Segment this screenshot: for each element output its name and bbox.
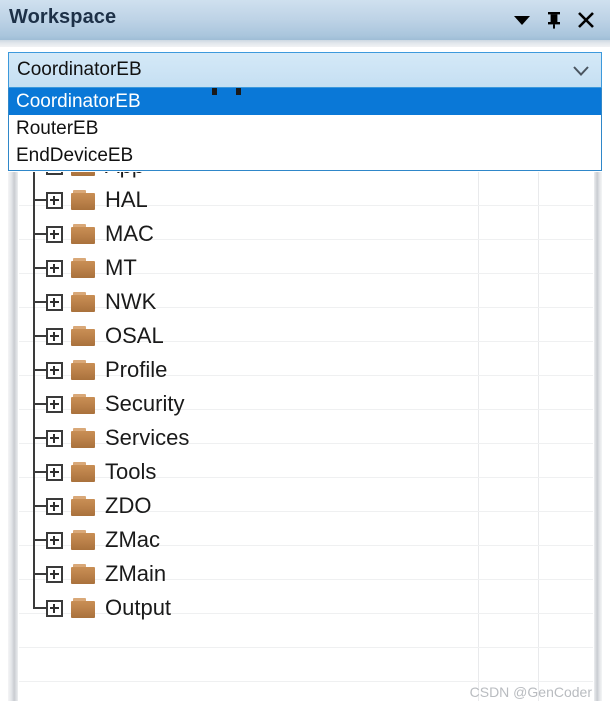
tree-connector [19, 421, 65, 455]
plus-box-icon[interactable] [46, 362, 63, 379]
tree-row[interactable]: MAC [19, 217, 154, 251]
dropdown-option[interactable]: RouterEB [9, 115, 601, 142]
tree-row[interactable]: Output [19, 591, 171, 625]
folder-icon [71, 393, 97, 415]
grid-row-divider [19, 647, 593, 648]
tree-connector [19, 489, 65, 523]
plus-box-icon[interactable] [46, 328, 63, 345]
tree-row[interactable]: HAL [19, 183, 148, 217]
pin-icon [548, 12, 560, 29]
tree-connector [19, 172, 65, 183]
title-bar: Workspace [0, 0, 610, 40]
close-icon [578, 12, 594, 28]
plus-box-icon[interactable] [46, 396, 63, 413]
menu-dropdown-button[interactable] [510, 8, 534, 32]
plus-box-icon[interactable] [46, 172, 63, 175]
tree-node-label: Tools [105, 459, 157, 484]
page-title: Workspace [9, 6, 117, 28]
plus-box-icon[interactable] [46, 192, 63, 209]
tree-node-label: ZMain [105, 561, 167, 586]
plus-box-icon[interactable] [46, 498, 63, 515]
tree-connector [19, 455, 65, 489]
tree-connector [19, 251, 65, 285]
plus-box-icon[interactable] [46, 294, 63, 311]
tree-connector [19, 285, 65, 319]
dropdown-option[interactable]: EndDeviceEB [9, 142, 601, 169]
folder-icon [71, 172, 97, 177]
folder-icon [71, 495, 97, 517]
tree-node-label: HAL [105, 187, 148, 212]
tree-row[interactable]: ZMac [19, 523, 160, 557]
tree-row[interactable]: ZMain [19, 557, 166, 591]
tree-connector [19, 319, 65, 353]
tree-row[interactable]: ZDO [19, 489, 151, 523]
plus-box-icon[interactable] [46, 532, 63, 549]
tree-connector [19, 523, 65, 557]
title-bar-divider [0, 40, 610, 47]
tree-row[interactable]: Profile [19, 353, 167, 387]
tree-node-label: App [105, 172, 144, 178]
project-configuration-value: CoordinatorEB [17, 59, 142, 80]
tree-row[interactable]: MT [19, 251, 137, 285]
grid-column-divider [478, 172, 479, 701]
project-configuration-combobox[interactable]: CoordinatorEB [8, 52, 602, 88]
tree-connector [19, 591, 65, 625]
folder-icon [71, 563, 97, 585]
tree-node-label: MAC [105, 221, 154, 246]
tree-row[interactable]: OSAL [19, 319, 164, 353]
plus-box-icon[interactable] [46, 464, 63, 481]
folder-icon [71, 291, 97, 313]
plus-box-icon[interactable] [46, 566, 63, 583]
clipped-row-descenders [212, 88, 262, 95]
folder-icon [71, 189, 97, 211]
folder-icon [71, 529, 97, 551]
plus-box-icon[interactable] [46, 226, 63, 243]
tree-node-label: ZDO [105, 493, 152, 518]
tree-row[interactable]: NWK [19, 285, 156, 319]
tree-connector [19, 353, 65, 387]
grid-column-divider [538, 172, 539, 701]
plus-box-icon[interactable] [46, 260, 63, 277]
plus-box-icon[interactable] [46, 430, 63, 447]
tree-node-label: Output [105, 595, 172, 620]
tree-row[interactable]: Services [19, 421, 189, 455]
tree-node-label: ZMac [105, 527, 160, 552]
tree-node-label: Security [105, 391, 185, 416]
tree-connector [19, 217, 65, 251]
plus-box-icon[interactable] [46, 600, 63, 617]
folder-icon [71, 325, 97, 347]
chevron-down-icon[interactable] [571, 62, 591, 80]
folder-icon [71, 359, 97, 381]
workspace-file-tree[interactable]: App HAL MAC MT NWK OSAL Profile Security Service… [8, 172, 602, 701]
tree-node-label: Services [105, 425, 190, 450]
tree-node-label: MT [105, 255, 137, 280]
folder-icon [71, 257, 97, 279]
tree-right-scroll-rail[interactable] [594, 172, 602, 701]
tree-node-label: NWK [105, 289, 157, 314]
tree-node-label: Profile [105, 357, 168, 382]
folder-icon [71, 597, 97, 619]
folder-icon [71, 223, 97, 245]
tree-connector [19, 557, 65, 591]
grid-row-divider [19, 681, 593, 682]
project-configuration-dropdown-list[interactable]: CoordinatorEB RouterEB EndDeviceEB [8, 88, 602, 171]
folder-icon [71, 427, 97, 449]
chevron-down-filled-icon [514, 16, 530, 25]
tree-node-label: OSAL [105, 323, 164, 348]
folder-icon [71, 461, 97, 483]
tree-connector [19, 183, 65, 217]
tree-row[interactable]: Security [19, 387, 184, 421]
tree-row[interactable]: Tools [19, 455, 156, 489]
tree-left-scroll-rail[interactable] [8, 172, 18, 701]
pin-button[interactable] [542, 8, 566, 32]
tree-row[interactable]: App [19, 172, 144, 183]
close-button[interactable] [574, 8, 598, 32]
dropdown-option[interactable]: CoordinatorEB [9, 88, 601, 115]
tree-connector [19, 387, 65, 421]
workspace-panel: Workspace AppHALMACMTNWKOSALP [0, 0, 610, 708]
watermark: CSDN @GenCoder [469, 684, 592, 700]
